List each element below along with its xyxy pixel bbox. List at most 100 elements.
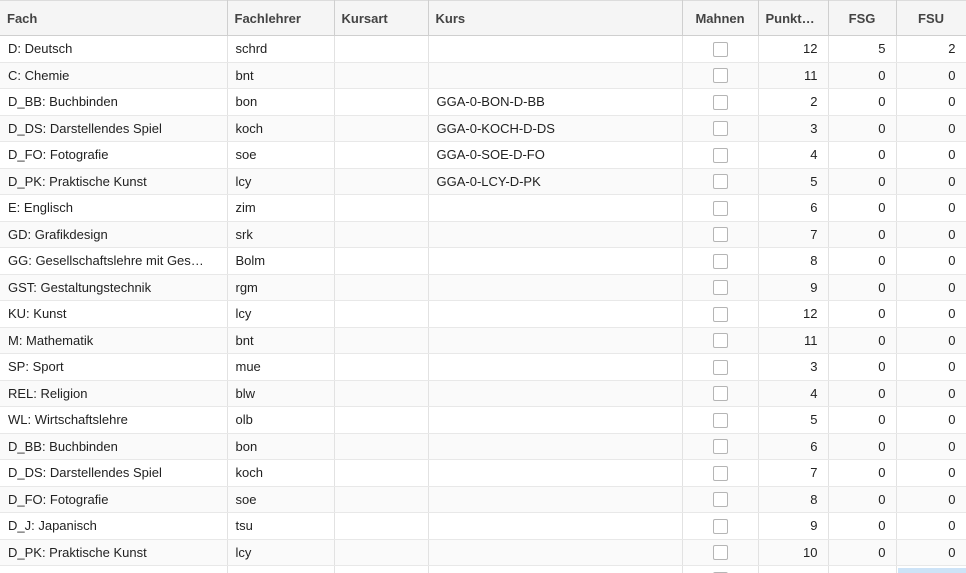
cell-fach[interactable]: D_PK: Praktische Kunst [0, 168, 228, 195]
cell-fachlehrer[interactable]: rgm [227, 274, 335, 301]
table-row[interactable]: D: Deutsch schrd 12 5 2 [0, 35, 966, 63]
mahnen-checkbox[interactable] [712, 68, 728, 84]
cell-kursart[interactable] [334, 194, 429, 222]
table-row[interactable]: GST: Gestaltungstechnik rgm 9 0 0 [0, 274, 966, 301]
cell-fach[interactable]: D_DS: Darstellendes Spiel [0, 459, 228, 487]
column-header-kurs[interactable]: Kurs [428, 0, 683, 36]
cell-fsg[interactable]: 0 [828, 62, 897, 89]
table-row[interactable]: D_DS: Darstellendes Spiel koch 7 0 0 [0, 459, 966, 487]
cell-fsu[interactable]: 0 [896, 406, 966, 434]
cell-kurs[interactable] [428, 512, 683, 540]
cell-fsg[interactable]: 0 [828, 88, 897, 116]
cell-fsu[interactable]: 0 [896, 247, 966, 275]
cell-kursart[interactable] [334, 459, 429, 487]
cell-kursart[interactable] [334, 35, 429, 63]
cell-fsu[interactable]: 2 [896, 35, 966, 63]
cell-fachlehrer[interactable]: Bolm [227, 247, 335, 275]
cell-punkte[interactable]: 4 [758, 141, 829, 169]
cell-kurs[interactable] [428, 565, 683, 573]
mahnen-checkbox[interactable] [712, 518, 728, 534]
mahnen-checkbox[interactable] [712, 306, 728, 322]
cell-punkte[interactable]: 12 [758, 300, 829, 328]
cell-kursart[interactable] [334, 115, 429, 142]
cell-fach[interactable]: D: Deutsch [0, 35, 228, 63]
cell-kurs[interactable] [428, 459, 683, 487]
cell-fsu[interactable]: 0 [896, 194, 966, 222]
cell-fach[interactable]: D_BB: Buchbinden [0, 433, 228, 460]
cell-punkte[interactable]: 6 [758, 194, 829, 222]
cell-fach[interactable]: D_DS: Darstellendes Spiel [0, 115, 228, 142]
column-header-kursart[interactable]: Kursart [334, 0, 429, 36]
cell-kurs[interactable] [428, 327, 683, 354]
mahnen-checkbox[interactable] [712, 227, 728, 243]
cell-fsg[interactable]: 0 [828, 459, 897, 487]
cell-fach[interactable]: GG: Gesellschaftslehre mit Ges… [0, 247, 228, 275]
cell-kursart[interactable] [334, 406, 429, 434]
cell-kurs[interactable] [428, 247, 683, 275]
table-row[interactable]: D_PK: Praktische Kunst lcy 10 0 0 [0, 539, 966, 566]
cell-kursart[interactable] [334, 168, 429, 195]
cell-fsg[interactable]: 0 [828, 168, 897, 195]
cell-fsu[interactable]: 0 [896, 62, 966, 89]
table-row[interactable]: C: Chemie bnt 11 0 0 [0, 62, 966, 89]
column-header-fsg[interactable]: FSG [828, 0, 897, 36]
cell-fsu[interactable]: 0 [896, 141, 966, 169]
mahnen-checkbox[interactable] [712, 147, 728, 163]
cell-fachlehrer[interactable]: lcy [227, 539, 335, 566]
mahnen-checkbox[interactable] [712, 492, 728, 508]
cell-fsg[interactable]: 0 [828, 406, 897, 434]
cell-fachlehrer[interactable]: bon [227, 433, 335, 460]
cell-fsu[interactable]: 0 [896, 512, 966, 540]
cell-punkte[interactable]: 5 [758, 168, 829, 195]
cell-kursart[interactable] [334, 380, 429, 407]
cell-fachlehrer[interactable]: schrd [227, 35, 335, 63]
table-row[interactable]: D_J: Japanisch tsu 9 0 0 [0, 512, 966, 540]
cell-kurs[interactable] [428, 62, 683, 89]
cell-kursart[interactable] [334, 327, 429, 354]
cell-kurs[interactable]: GGA-0-SOE-D-FO [428, 141, 683, 169]
cell-kursart[interactable] [334, 221, 429, 248]
cell-kursart[interactable] [334, 274, 429, 301]
cell-fach[interactable]: REL: Religion [0, 380, 228, 407]
cell-kurs[interactable] [428, 300, 683, 328]
cell-kurs[interactable] [428, 539, 683, 566]
table-row[interactable]: REL: Religion blw 4 0 0 [0, 380, 966, 407]
table-row[interactable]: M: Mathematik bnt 11 0 0 [0, 327, 966, 354]
cell-fsu[interactable]: 0 [896, 353, 966, 381]
cell-fach[interactable]: D_BB: Buchbinden [0, 88, 228, 116]
cell-fsg[interactable]: 0 [828, 194, 897, 222]
cell-fsg[interactable]: 5 [828, 35, 897, 63]
cell-kurs[interactable] [428, 221, 683, 248]
cell-punkte[interactable]: 3 [758, 115, 829, 142]
cell-fach[interactable]: GST: Gestaltungstechnik [0, 274, 228, 301]
table-row[interactable]: D_BB: Buchbinden bon 6 0 0 [0, 433, 966, 460]
cell-kurs[interactable] [428, 433, 683, 460]
table-row[interactable] [0, 565, 966, 573]
cell-fachlehrer[interactable]: lcy [227, 300, 335, 328]
cell-fsg[interactable]: 0 [828, 247, 897, 275]
mahnen-checkbox[interactable] [712, 545, 728, 561]
cell-fachlehrer[interactable]: koch [227, 459, 335, 487]
cell-fsu[interactable]: 0 [896, 539, 966, 566]
cell-punkte[interactable]: 2 [758, 88, 829, 116]
table-row[interactable]: E: Englisch zim 6 0 0 [0, 194, 966, 222]
cell-punkte[interactable]: 5 [758, 406, 829, 434]
mahnen-checkbox[interactable] [712, 333, 728, 349]
cell-kurs[interactable] [428, 486, 683, 513]
mahnen-checkbox[interactable] [712, 439, 728, 455]
column-header-mahnen[interactable]: Mahnen [682, 0, 759, 36]
cell-punkte[interactable]: 9 [758, 274, 829, 301]
table-row[interactable]: D_PK: Praktische Kunst lcy GGA-0-LCY-D-PK 5… [0, 168, 966, 195]
table-row[interactable]: D_DS: Darstellendes Spiel koch GGA-0-KOCH-… [0, 115, 966, 142]
cell-fachlehrer[interactable]: zim [227, 194, 335, 222]
cell-kursart[interactable] [334, 486, 429, 513]
mahnen-checkbox[interactable] [712, 94, 728, 110]
cell-punkte[interactable]: 8 [758, 247, 829, 275]
cell-punkte[interactable]: 11 [758, 62, 829, 89]
mahnen-checkbox[interactable] [712, 465, 728, 481]
cell-fachlehrer[interactable]: bon [227, 88, 335, 116]
cell-fachlehrer[interactable]: koch [227, 115, 335, 142]
cell-fsg[interactable]: 0 [828, 141, 897, 169]
cell-fachlehrer[interactable]: srk [227, 221, 335, 248]
column-header-fsu[interactable]: FSU [896, 0, 966, 36]
